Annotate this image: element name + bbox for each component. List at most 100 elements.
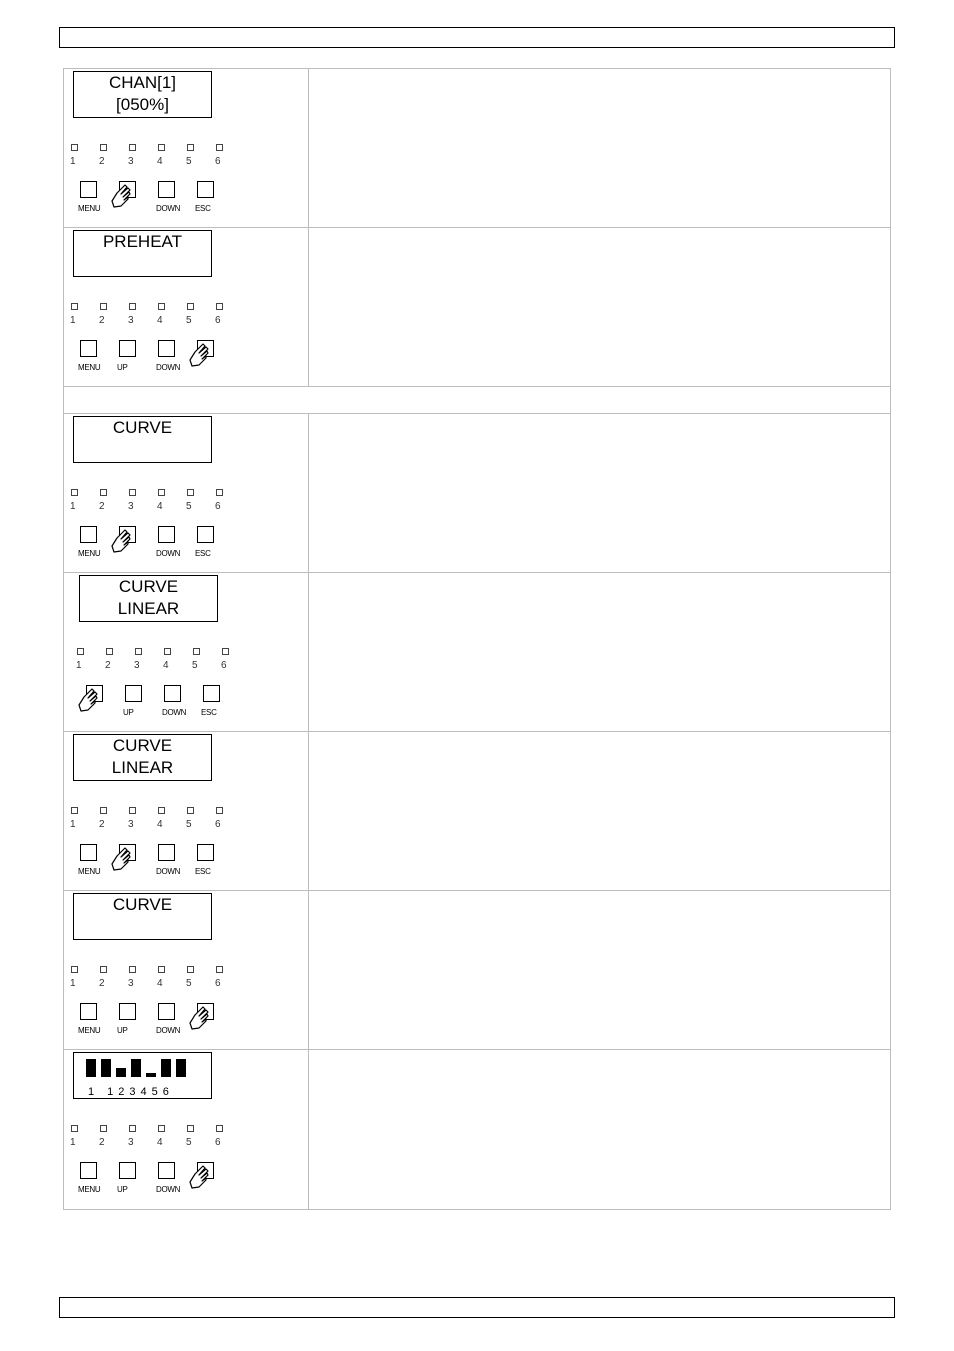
button-square-icon	[158, 1162, 175, 1179]
bar-labels: 1 123456	[88, 1086, 174, 1098]
panel-button[interactable]	[189, 1003, 236, 1035]
panel-button[interactable]: UP	[117, 1003, 158, 1035]
led-square-icon	[135, 648, 142, 655]
level-bar	[146, 1073, 156, 1077]
led-number: 6	[215, 501, 221, 512]
led-indicator: 3	[128, 807, 157, 830]
led-number: 4	[157, 978, 163, 989]
panel-button[interactable]	[111, 526, 158, 558]
led-number: 4	[157, 315, 163, 326]
description-cell	[309, 891, 890, 1049]
led-number: 5	[186, 315, 192, 326]
panel-button[interactable]	[111, 181, 158, 213]
led-indicator: 3	[128, 966, 157, 989]
led-indicator: 5	[186, 966, 215, 989]
panel-button[interactable]: ESC	[195, 844, 236, 876]
led-number: 1	[70, 501, 76, 512]
led-indicator: 5	[186, 489, 215, 512]
step-row: CURVE 1 2 3 4 5 6 MENU UP DOWN	[64, 891, 890, 1050]
led-square-icon	[100, 807, 107, 814]
panel-button[interactable]: UP	[117, 1162, 158, 1194]
panel-button[interactable]	[111, 844, 158, 876]
description-cell	[309, 732, 890, 890]
lcd-line: CURVE	[118, 577, 179, 596]
led-number: 1	[70, 1137, 76, 1148]
panel-button[interactable]: ESC	[195, 526, 236, 558]
step-row: 1 123456 1 2 3 4 5 6 MENU UP DOWN	[64, 1050, 890, 1209]
led-indicator: 6	[221, 648, 250, 671]
led-number: 1	[70, 315, 76, 326]
panel-button[interactable]	[189, 1162, 236, 1194]
led-square-icon	[100, 1125, 107, 1132]
button-label: MENU	[78, 363, 101, 372]
panel-button[interactable]	[78, 685, 125, 717]
led-number: 1	[70, 156, 76, 167]
level-bar	[176, 1059, 186, 1077]
button-label: MENU	[78, 1185, 101, 1194]
led-square-icon	[222, 648, 229, 655]
lcd-line: LINEAR	[117, 599, 180, 618]
button-label: DOWN	[156, 1185, 181, 1194]
panel-button[interactable]	[189, 340, 236, 372]
led-indicator: 2	[99, 1125, 128, 1148]
led-square-icon	[187, 489, 194, 496]
panel-button[interactable]: MENU	[78, 340, 119, 372]
lcd-display: 1 123456	[73, 1052, 212, 1099]
panel-button[interactable]: DOWN	[156, 844, 197, 876]
button-square-icon	[158, 340, 175, 357]
led-square-icon	[100, 303, 107, 310]
panel-button[interactable]: UP	[117, 340, 158, 372]
led-square-icon	[106, 648, 113, 655]
led-number: 5	[186, 501, 192, 512]
panel-button[interactable]: UP	[123, 685, 164, 717]
step-row: CURVE 1 2 3 4 5 6 MENU DOWN ESC	[64, 414, 890, 573]
pointing-hand-icon	[78, 687, 102, 713]
panel-button[interactable]: DOWN	[162, 685, 203, 717]
led-number: 3	[128, 819, 134, 830]
lcd-line: CURVE	[112, 736, 173, 755]
led-square-icon	[187, 807, 194, 814]
panel-button[interactable]: DOWN	[156, 181, 197, 213]
level-bar	[116, 1068, 126, 1077]
led-number: 5	[186, 1137, 192, 1148]
led-number: 4	[157, 1137, 163, 1148]
led-indicator: 5	[192, 648, 221, 671]
pointing-hand-icon	[189, 342, 213, 368]
panel-button[interactable]: ESC	[201, 685, 242, 717]
button-label: DOWN	[156, 1026, 181, 1035]
led-number: 5	[186, 978, 192, 989]
button-label: UP	[117, 1026, 128, 1035]
button-square-icon	[80, 526, 97, 543]
button-label: MENU	[78, 549, 101, 558]
step-row: CURVE LINEAR 1 2 3 4 5 6 MENU DOWN ESC	[64, 732, 890, 891]
led-indicator: 1	[70, 807, 99, 830]
led-indicator: 1	[76, 648, 105, 671]
level-bar	[161, 1059, 171, 1077]
button-square-icon	[164, 685, 181, 702]
led-indicator: 4	[157, 807, 186, 830]
panel-button[interactable]: MENU	[78, 1003, 119, 1035]
panel-button[interactable]: MENU	[78, 1162, 119, 1194]
led-number: 3	[128, 315, 134, 326]
led-square-icon	[187, 966, 194, 973]
panel-button[interactable]: ESC	[195, 181, 236, 213]
led-square-icon	[187, 1125, 194, 1132]
panel-button[interactable]: DOWN	[156, 526, 197, 558]
led-square-icon	[158, 807, 165, 814]
led-number: 1	[70, 978, 76, 989]
button-square-icon	[119, 1162, 136, 1179]
led-number: 2	[99, 156, 105, 167]
step-row: CHAN[1] [050%] 1 2 3 4 5 6 MENU DOWN ESC	[64, 69, 890, 228]
led-indicator: 2	[99, 144, 128, 167]
led-square-icon	[193, 648, 200, 655]
led-indicator: 3	[128, 489, 157, 512]
led-number: 3	[128, 156, 134, 167]
button-square-icon	[197, 526, 214, 543]
button-square-icon	[80, 844, 97, 861]
led-indicator: 1	[70, 1125, 99, 1148]
led-number: 6	[221, 660, 227, 671]
button-label: ESC	[195, 867, 211, 876]
led-number: 2	[105, 660, 111, 671]
led-square-icon	[158, 1125, 165, 1132]
led-number: 6	[215, 156, 221, 167]
